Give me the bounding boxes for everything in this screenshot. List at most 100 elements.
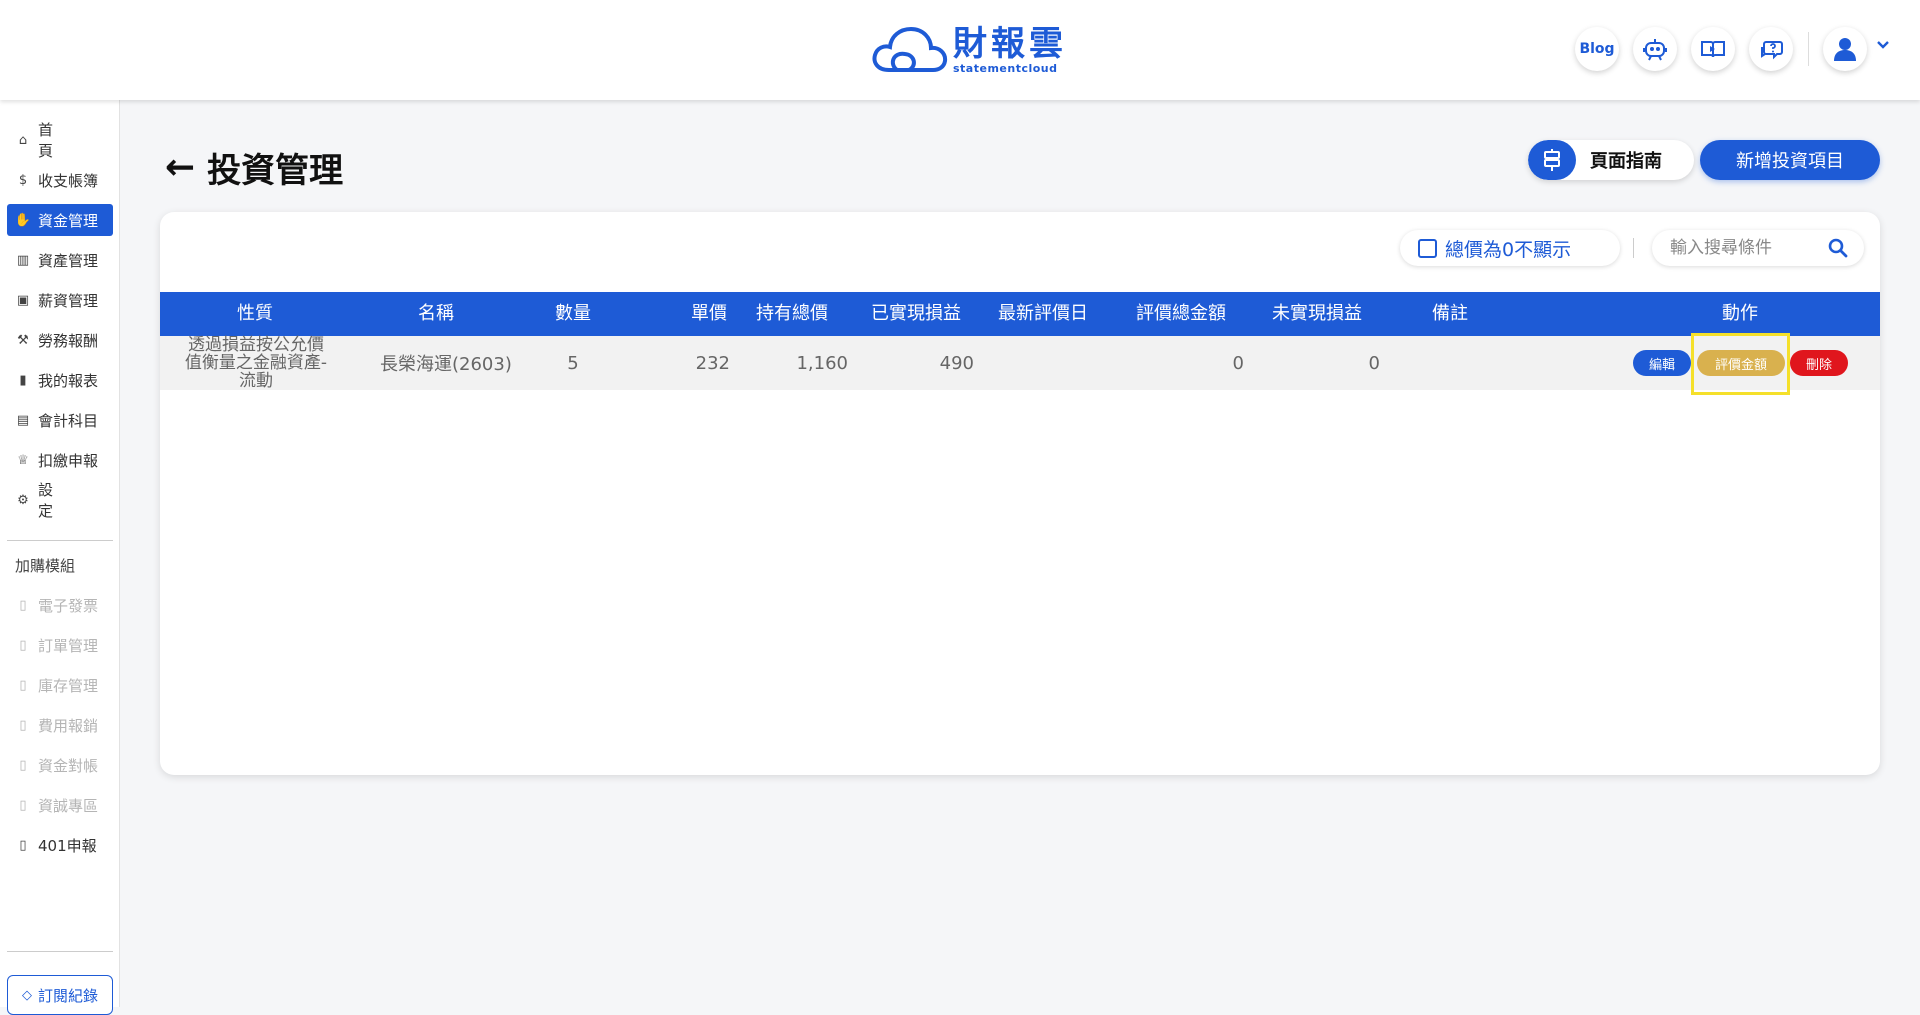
column-header-total-held[interactable]: 持有總價 [730, 292, 854, 336]
sidebar-item-labor-payment[interactable]: ⚒ 勞務報酬 [7, 324, 113, 356]
cloud-logo-icon [872, 26, 948, 72]
column-header-realized-pl[interactable]: 已實現損益 [854, 292, 978, 336]
sidebar-item-settings[interactable]: ⚙ 設定 [7, 481, 113, 520]
edit-button[interactable]: 編輯 [1633, 350, 1691, 376]
logo-english-text: statementcloud [953, 61, 1058, 75]
subscription-label: 訂閱紀錄 [37, 986, 98, 1005]
sidebar-item-label: 勞務報酬 [38, 331, 99, 350]
search-icon[interactable] [1828, 238, 1848, 262]
delete-button[interactable]: 刪除 [1790, 350, 1848, 376]
cell-note [1380, 336, 1520, 390]
sidebar [0, 100, 120, 1007]
cell-unit-price: 232 [695, 352, 730, 374]
column-header-note[interactable]: 備註 [1380, 292, 1520, 336]
sidebar-item-ledger-book[interactable]: $ 收支帳簿 [7, 164, 113, 196]
robot-icon [1643, 39, 1667, 61]
add-investment-button[interactable]: 新增投資項目 [1700, 140, 1880, 180]
signpost-icon [1528, 140, 1576, 180]
sidebar-item-payroll[interactable]: ▣ 薪資管理 [7, 284, 113, 316]
sidebar-divider [7, 540, 113, 541]
blog-label: Blog [1579, 41, 1615, 57]
hand-coin-icon: ✋ [14, 212, 32, 228]
module-book-icon: ▯ [19, 637, 27, 653]
hide-zero-total-label: 總價為0不顯示 [1445, 238, 1572, 261]
sidebar-divider [7, 951, 113, 952]
filter-divider [1633, 238, 1634, 258]
sidebar-item-accounting-subjects[interactable]: ▤ 會計科目 [7, 404, 113, 436]
sidebar-item-e-invoice[interactable]: ▯ 電子發票 [7, 589, 113, 621]
chevron-down-icon[interactable] [1876, 38, 1890, 54]
sidebar-item-withholding-tax[interactable]: ♕ 扣繳申報 [7, 444, 113, 476]
column-header-actions: 動作 [1722, 303, 1758, 324]
add-investment-label: 新增投資項目 [1736, 151, 1844, 172]
ai-assistant-button[interactable] [1633, 27, 1677, 71]
home-icon: ⌂ [18, 132, 28, 148]
cell-latest-eval-date [978, 336, 1108, 390]
user-menu-button[interactable] [1823, 27, 1867, 71]
search-input[interactable] [1670, 238, 1820, 258]
sidebar-item-expense-claims[interactable]: ▯ 費用報銷 [7, 709, 113, 741]
column-header-latest-eval-date[interactable]: 最新評價日 [978, 292, 1108, 336]
logo-chinese-text: 財報雲 [953, 23, 1067, 64]
module-book-icon: ▯ [19, 677, 27, 693]
column-header-quantity[interactable]: 數量 [522, 292, 624, 336]
app-logo[interactable]: 財報雲 statementcloud [871, 24, 1067, 76]
cell-total-held: 1,160 [796, 352, 848, 374]
back-arrow-icon[interactable]: ← [165, 147, 195, 188]
module-book-icon: ▯ [19, 597, 27, 613]
sidebar-item-my-reports[interactable]: ▮ 我的報表 [7, 364, 113, 396]
sidebar-item-label: 電子發票 [38, 596, 99, 615]
report-icon: ▮ [19, 372, 27, 388]
help-button[interactable] [1749, 27, 1793, 71]
evaluate-amount-button[interactable]: 評價金額 [1697, 350, 1785, 376]
page-guide-label: 頁面指南 [1590, 151, 1662, 172]
search-box[interactable] [1652, 230, 1864, 266]
sidebar-item-order-management[interactable]: ▯ 訂單管理 [7, 629, 113, 661]
cell-name: 長榮海運(2603) [380, 354, 512, 375]
ledger-icon: ▤ [16, 412, 30, 428]
cell-unrealized-pl: 0 [1368, 352, 1380, 374]
cell-nature: 透過損益按公允價值衡量之金融資產-流動 [184, 335, 328, 391]
user-avatar-icon [1834, 38, 1856, 61]
sidebar-item-label: 我的報表 [38, 371, 99, 390]
sidebar-item-label: 資金對帳 [38, 756, 99, 775]
table-row: 透過損益按公允價值衡量之金融資產-流動 長榮海運(2603) 5 232 1,1… [160, 336, 1880, 390]
top-header: 財報雲 statementcloud Blog [0, 0, 1920, 100]
header-divider [1808, 32, 1809, 66]
diamond-icon: ◇ [21, 987, 32, 1003]
addon-section-title: 加購模組 [15, 557, 76, 575]
column-header-eval-total[interactable]: 評價總金額 [1108, 292, 1254, 336]
hide-zero-total-toggle[interactable]: 總價為0不顯示 [1400, 230, 1620, 266]
checkbox-icon[interactable] [1418, 238, 1437, 258]
worker-icon: ⚒ [17, 332, 29, 348]
sidebar-item-asset-management[interactable]: ▥ 資產管理 [7, 244, 113, 276]
payroll-icon: ▣ [16, 292, 30, 308]
sidebar-item-inventory-management[interactable]: ▯ 庫存管理 [7, 669, 113, 701]
tutorial-video-button[interactable] [1691, 27, 1735, 71]
column-header-nature[interactable]: 性質 [160, 292, 350, 336]
sidebar-item-pwc-zone[interactable]: ▯ 資誠專區 [7, 789, 113, 821]
page-title: 投資管理 [207, 151, 344, 191]
sidebar-item-fund-reconciliation[interactable]: ▯ 資金對帳 [7, 749, 113, 781]
page-guide-button[interactable]: 頁面指南 [1528, 140, 1694, 180]
sidebar-item-fund-management[interactable]: ✋ 資金管理 [7, 204, 113, 236]
coin-icon: $ [18, 172, 28, 188]
sidebar-item-401-filing[interactable]: ▯ 401申報 [7, 829, 113, 861]
column-header-name[interactable]: 名稱 [350, 292, 522, 336]
sidebar-item-label: 訂單管理 [38, 636, 99, 655]
sidebar-item-label: 資產管理 [38, 251, 99, 270]
cell-quantity: 5 [567, 352, 579, 374]
sidebar-item-label: 費用報銷 [38, 716, 99, 735]
sidebar-item-label: 庫存管理 [38, 676, 99, 695]
module-book-icon: ▯ [19, 797, 27, 813]
sidebar-item-home[interactable]: ⌂ 首頁 [7, 121, 113, 160]
sidebar-item-label: 資誠專區 [38, 796, 99, 815]
table-header: 性質 名稱 數量 單價 持有總價 已實現損益 最新評價日 評價總金額 未實現損益… [160, 292, 1880, 336]
column-header-unrealized-pl[interactable]: 未實現損益 [1254, 292, 1380, 336]
cell-realized-pl: 490 [939, 352, 974, 374]
module-book-icon: ▯ [19, 717, 27, 733]
cell-eval-total: 0 [1232, 352, 1244, 374]
subscription-history-button[interactable]: ◇ 訂閱紀錄 [7, 975, 113, 1015]
bar-chart-icon: ▥ [16, 252, 30, 268]
blog-button[interactable]: Blog [1575, 27, 1619, 71]
